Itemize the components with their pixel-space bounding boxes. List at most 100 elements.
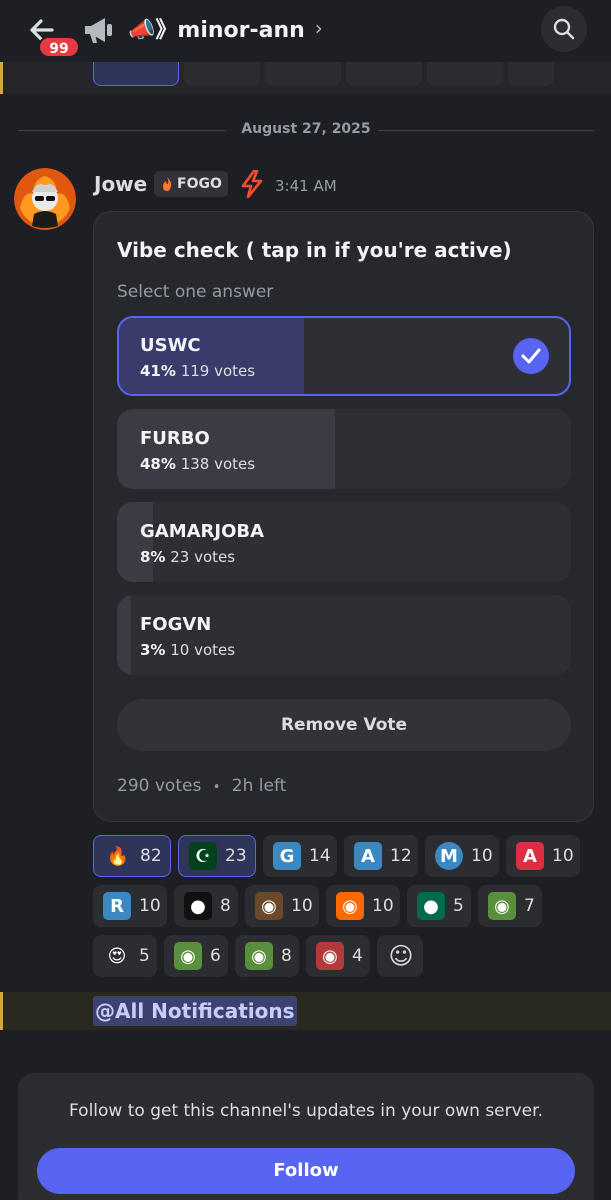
reaction-chip[interactable]: ◉ 10: [326, 885, 400, 927]
fire-emoji-icon: 🔥: [106, 845, 130, 867]
reaction-chip[interactable]: [265, 62, 341, 86]
reaction-chip[interactable]: ☺: [377, 935, 423, 977]
message-timestamp: 3:41 AM: [275, 177, 337, 195]
poll-option-fill: [117, 409, 335, 489]
reaction-count: 10: [139, 896, 161, 916]
divider-line: [378, 130, 594, 131]
reaction-chip[interactable]: [346, 62, 422, 86]
poll-question: Vibe check ( tap in if you're active): [117, 238, 512, 262]
follow-message: Follow to get this channel's updates in …: [69, 1101, 543, 1121]
reaction-chip[interactable]: ◉ 4: [306, 935, 370, 977]
reaction-count: 6: [210, 946, 221, 966]
letter-a-blue-emoji-icon: A: [354, 842, 382, 870]
reaction-chip[interactable]: ◉ 10: [245, 885, 319, 927]
poll-option-percent: 3%: [140, 641, 166, 659]
selected-check-icon: [513, 338, 549, 374]
date-divider: August 27, 2025: [18, 118, 594, 142]
reaction-chip[interactable]: [184, 62, 260, 86]
server-tag-label: FOGO: [177, 176, 222, 192]
poll-option-votes: 23 votes: [170, 548, 236, 566]
reaction-count: 14: [309, 846, 331, 866]
poll-footer-separator: •: [212, 780, 221, 795]
letter-m-circle-emoji-icon: M: [435, 842, 463, 870]
poll-option-stats: 48% 138 votes: [140, 455, 255, 473]
letter-r-emoji-icon: R: [103, 892, 131, 920]
reaction-chip[interactable]: ◉ 7: [478, 885, 542, 927]
reaction-chip[interactable]: A 10: [506, 835, 580, 877]
reaction-chip[interactable]: M 10: [425, 835, 499, 877]
poll-option-percent: 41%: [140, 362, 176, 380]
reaction-chip[interactable]: ◉ 6: [164, 935, 228, 977]
reaction-chip[interactable]: G 14: [263, 835, 337, 877]
channel-title[interactable]: 📣》minor-ann ›: [128, 12, 323, 44]
reaction-chip[interactable]: [93, 62, 179, 86]
letter-a-red-emoji-icon: A: [516, 842, 544, 870]
search-icon: [553, 18, 575, 40]
reaction-chip[interactable]: A 12: [344, 835, 418, 877]
reaction-count: 23: [225, 846, 247, 866]
mention-message: @All Notifications: [0, 992, 611, 1030]
avatar[interactable]: [14, 168, 76, 230]
fogo-logo-emoji-icon: ●: [184, 892, 212, 920]
reaction-chip[interactable]: ◉ 8: [235, 935, 299, 977]
role-mention[interactable]: @All Notifications: [93, 996, 297, 1026]
channel-name: 📣》minor-ann: [128, 18, 305, 43]
reaction-count: 12: [390, 846, 412, 866]
poll-option-votes: 119 votes: [180, 362, 256, 380]
poll-option-votes: 10 votes: [170, 641, 236, 659]
reaction-count: 10: [552, 846, 574, 866]
poll-option-label: USWC: [140, 335, 201, 356]
reaction-count: 4: [352, 946, 363, 966]
star-struck-emoji-icon: 😍: [107, 945, 127, 967]
poll-option-fogvn[interactable]: FOGVN 3% 10 votes: [117, 595, 571, 675]
reaction-count: 8: [281, 946, 292, 966]
poll-time-left: 2h left: [231, 776, 287, 796]
reaction-chip[interactable]: ☪ 23: [178, 835, 256, 877]
pepe-sad-emoji-icon: ◉: [174, 942, 202, 970]
pakistan-flag-emoji-icon: ☪: [189, 842, 217, 870]
poll-option-fill: [117, 502, 154, 582]
previous-message-reactions: [0, 62, 611, 94]
reaction-chip[interactable]: R 10: [93, 885, 167, 927]
reaction-count: 10: [291, 896, 313, 916]
reaction-chip[interactable]: 😍 5: [93, 935, 157, 977]
reaction-count: 5: [139, 946, 150, 966]
poll-option-percent: 48%: [140, 455, 176, 473]
poll-option-furbo[interactable]: FURBO 48% 138 votes: [117, 409, 571, 489]
remove-vote-button[interactable]: Remove Vote: [117, 699, 571, 751]
poll-option-uswc[interactable]: USWC 41% 119 votes: [117, 316, 571, 396]
mention-highlight-bar: [0, 992, 3, 1030]
poll-option-fill: [119, 318, 304, 394]
poll-instruction: Select one answer: [117, 282, 274, 302]
red-sticker-emoji-icon: ◉: [316, 942, 344, 970]
reaction-count: 10: [471, 846, 493, 866]
poll-option-votes: 138 votes: [180, 455, 256, 473]
reaction-chip[interactable]: ● 5: [407, 885, 471, 927]
channel-header: 99 📣》minor-ann ›: [0, 0, 611, 62]
pepe-usa-emoji-icon: ◉: [245, 942, 273, 970]
follow-button[interactable]: Follow: [37, 1148, 575, 1194]
bolt-badge-icon: [240, 169, 264, 202]
reaction-chip[interactable]: [427, 62, 503, 86]
flame-avatar-emoji-icon: ◉: [336, 892, 364, 920]
fire-character-emoji-icon: ◉: [255, 892, 283, 920]
poll-option-stats: 8% 23 votes: [140, 548, 235, 566]
reaction-chip[interactable]: ● 8: [174, 885, 238, 927]
server-tag[interactable]: FOGO: [154, 171, 228, 197]
author-name[interactable]: Jowe: [94, 172, 147, 196]
poll-option-percent: 8%: [140, 548, 166, 566]
reaction-count: 10: [372, 896, 394, 916]
bangladesh-flag-emoji-icon: ●: [417, 892, 445, 920]
megaphone-icon: [82, 14, 116, 50]
reaction-count: 5: [453, 896, 464, 916]
search-button[interactable]: [541, 6, 587, 52]
reaction-chip[interactable]: 🔥 82: [93, 835, 171, 877]
mention-highlight-bar: [0, 62, 3, 94]
poll-total-votes: 290 votes: [117, 776, 202, 796]
follow-channel-card: Follow to get this channel's updates in …: [18, 1073, 594, 1200]
poll-option-label: GAMARJOBA: [140, 521, 265, 542]
poll-option-gamarjoba[interactable]: GAMARJOBA 8% 23 votes: [117, 502, 571, 582]
letter-g-emoji-icon: G: [273, 842, 301, 870]
unread-badge: 99: [38, 36, 80, 58]
add-reaction-chip[interactable]: [508, 62, 554, 86]
